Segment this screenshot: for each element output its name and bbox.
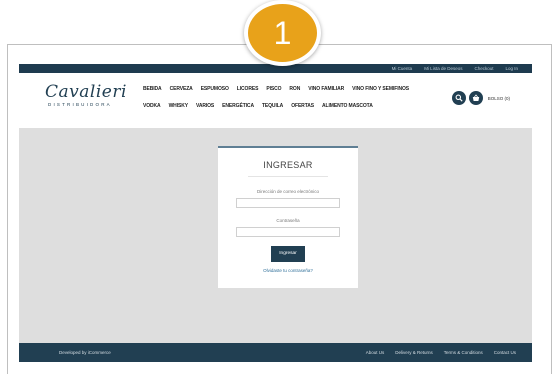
basket-icon[interactable] bbox=[468, 91, 483, 105]
nav-item-varios[interactable]: VARIOS bbox=[196, 103, 214, 109]
nav-item-ofertas[interactable]: OFERTAS bbox=[291, 103, 314, 109]
nav-item-espumoso[interactable]: ESPUMOSO bbox=[201, 86, 229, 92]
login-title: INGRESAR bbox=[263, 160, 313, 170]
nav-item-vino-familiar[interactable]: VINO FAMILIAR bbox=[308, 86, 344, 92]
login-card: INGRESAR Dirección de correo electrónico… bbox=[218, 146, 358, 288]
site-logo[interactable]: Cavalieri DISTRIBUIDORA bbox=[45, 83, 127, 107]
title-divider bbox=[248, 176, 328, 177]
nav-item-vino-fino[interactable]: VINO FINO Y SEMIFINOS bbox=[352, 86, 409, 92]
wishlist-link[interactable]: Mi Lista de Deseos bbox=[424, 66, 462, 71]
footer-links: About Us Delivery & Returns Terms & Cond… bbox=[366, 343, 516, 362]
cart-label[interactable]: BOLSO (0) bbox=[488, 96, 510, 101]
nav-item-alimento-mascota[interactable]: ALIMENTO MASCOTA bbox=[322, 103, 373, 109]
logo-tagline: DISTRIBUIDORA bbox=[48, 102, 112, 107]
nav-item-energetica[interactable]: ENERGÉTICA bbox=[222, 103, 254, 109]
nav-item-bebida[interactable]: BEBIDA bbox=[143, 86, 162, 92]
password-label: Contraseña bbox=[276, 218, 300, 223]
nav-item-vodka[interactable]: VODKA bbox=[143, 103, 161, 109]
footer-link-terms[interactable]: Terms & Conditions bbox=[444, 350, 483, 355]
checkout-link[interactable]: Checkout bbox=[474, 66, 493, 71]
login-link[interactable]: Log In bbox=[505, 66, 518, 71]
search-icon[interactable] bbox=[451, 91, 466, 105]
footer-credit[interactable]: Developed by iCommerce bbox=[59, 343, 111, 362]
email-field[interactable] bbox=[236, 198, 340, 208]
category-nav-row-2: VODKA WHISKY VARIOS ENERGÉTICA TEQUILA O… bbox=[143, 103, 381, 109]
nav-item-cerveza[interactable]: CERVEZA bbox=[170, 86, 193, 92]
password-field[interactable] bbox=[236, 227, 340, 237]
site-footer: Developed by iCommerce About Us Delivery… bbox=[19, 343, 532, 362]
nav-item-whisky[interactable]: WHISKY bbox=[169, 103, 189, 109]
my-account-link[interactable]: Mi Cuenta bbox=[392, 66, 413, 71]
forgot-password-link[interactable]: Olvidaste tu contraseña? bbox=[218, 268, 358, 273]
footer-link-delivery[interactable]: Delivery & Returns bbox=[395, 350, 433, 355]
category-nav-row-1: BEBIDA CERVEZA ESPUMOSO LICORES PISCO RO… bbox=[143, 86, 417, 92]
login-button[interactable]: Ingresar bbox=[271, 246, 305, 262]
account-links: Mi Cuenta Mi Lista de Deseos Checkout Lo… bbox=[392, 64, 518, 73]
nav-item-ron[interactable]: RON bbox=[289, 86, 300, 92]
nav-item-tequila[interactable]: TEQUILA bbox=[262, 103, 283, 109]
site-header: Cavalieri DISTRIBUIDORA BEBIDA CERVEZA E… bbox=[19, 73, 532, 128]
nav-item-licores[interactable]: LICORES bbox=[237, 86, 259, 92]
step-badge: 1 bbox=[244, 0, 321, 66]
email-label: Dirección de correo electrónico bbox=[256, 189, 320, 194]
footer-link-about[interactable]: About Us bbox=[366, 350, 385, 355]
footer-link-contact[interactable]: Contact Us bbox=[494, 350, 516, 355]
nav-item-pisco[interactable]: PISCO bbox=[266, 86, 281, 92]
header-actions: BOLSO (0) bbox=[451, 91, 510, 105]
logo-name: Cavalieri bbox=[45, 82, 127, 102]
